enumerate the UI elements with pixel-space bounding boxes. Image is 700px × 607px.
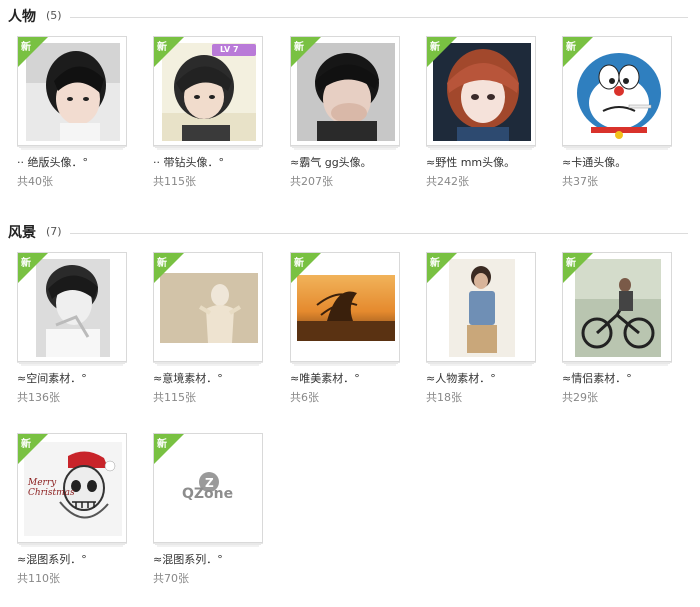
album-item[interactable]: 新 ≈野性 mm头像。 共242张 [426,36,538,191]
new-badge-label: 新 [21,42,31,53]
section-count: (7) [46,225,62,238]
album-item[interactable]: LV 7 新 ·· 带钻头像．° 共115张 [153,36,265,191]
album-item[interactable]: 新 ≈人物素材．° 共18张 [426,252,538,407]
album-cover[interactable]: LV 7 新 [153,36,263,146]
new-badge-label: 新 [430,42,440,53]
album-cover[interactable]: 新 [562,36,672,146]
album-photo-count: 共70张 [153,572,189,585]
stack-edge [21,545,123,547]
album-photo-count: 共6张 [290,391,319,404]
album-cover[interactable]: 新 [290,252,400,362]
album-thumbnail[interactable] [160,273,258,343]
album-name[interactable]: ≈混图系列．° [17,551,87,567]
album-item[interactable]: 新 ·· 绝版头像．° 共40张 [17,36,129,191]
new-badge-label: 新 [294,42,304,53]
stack-edge [21,364,123,366]
new-badge-label: 新 [157,42,167,53]
album-cover[interactable]: 新 [17,252,127,362]
album-item[interactable]: 新 ≈卡通头像。 共37张 [562,36,674,191]
stack-edge [294,148,396,150]
album-photo-count: 共40张 [17,175,53,188]
album-item[interactable]: 新 ≈霸气 gg头像。 共207张 [290,36,402,191]
stack-edge [157,364,259,366]
album-name[interactable]: ≈霸气 gg头像。 [290,154,372,170]
album-cover[interactable]: 新 [153,252,263,362]
new-badge-label: 新 [430,258,440,269]
album-photo-count: 共242张 [426,175,469,188]
stack-edge [566,364,668,366]
album-photo-count: 共207张 [290,175,333,188]
album-thumbnail[interactable] [449,259,515,357]
album-cover[interactable]: 新 [17,36,127,146]
section-header-scenery: 风景 (7) [8,222,688,242]
new-badge-label: 新 [566,258,576,269]
album-name[interactable]: ≈意境素材．° [153,370,223,386]
stack-edge [566,148,668,150]
level-badge-label: LV 7 [220,45,239,54]
section-divider [70,233,688,234]
album-cover[interactable]: 新 [562,252,672,362]
album-photo-count: 共110张 [17,572,60,585]
new-badge-label: 新 [21,439,31,450]
merry-christmas-logo: Merry Christmas [28,478,75,498]
album-photo-count: 共18张 [426,391,462,404]
qzone-logo: QZone [182,486,234,502]
album-item[interactable]: 新 ≈唯美素材．° 共6张 [290,252,402,407]
album-thumbnail[interactable] [297,275,395,341]
album-photo-count: 共115张 [153,391,196,404]
album-photo-count: 共136张 [17,391,60,404]
album-name[interactable]: ≈情侣素材．° [562,370,632,386]
album-photo-count: 共115张 [153,175,196,188]
album-name[interactable]: ≈卡通头像。 [562,154,626,170]
section-header-people: 人物 (5) [8,6,688,26]
album-cover[interactable]: 新 [426,252,536,362]
stack-edge [157,148,259,150]
album-photo-count: 共29张 [562,391,598,404]
stack-edge [21,148,123,150]
album-name[interactable]: ≈混图系列．° [153,551,223,567]
stack-edge [430,148,532,150]
section-count: (5) [46,9,62,22]
album-cover[interactable]: 新 [426,36,536,146]
album-name[interactable]: ≈野性 mm头像。 [426,154,515,170]
section-divider [70,17,688,18]
album-cover[interactable]: Z QZone 新 [153,433,263,543]
album-item[interactable]: Merry Christmas 新 ≈混图系列．° 共110张 [17,433,129,588]
album-name[interactable]: ·· 带钻头像．° [153,154,224,170]
album-item[interactable]: 新 ≈情侣素材．° 共29张 [562,252,674,407]
album-cover[interactable]: 新 [290,36,400,146]
album-photo-count: 共37张 [562,175,598,188]
section-title: 风景 [8,225,36,241]
album-name[interactable]: ·· 绝版头像．° [17,154,88,170]
new-badge-label: 新 [157,439,167,450]
album-item[interactable]: 新 ≈空间素材．° 共136张 [17,252,129,407]
new-badge-label: 新 [21,258,31,269]
stack-edge [157,545,259,547]
stack-edge [294,364,396,366]
section-title: 人物 [8,9,36,25]
album-name[interactable]: ≈人物素材．° [426,370,496,386]
album-item[interactable]: Z QZone 新 ≈混图系列．° 共70张 [153,433,265,588]
album-name[interactable]: ≈唯美素材．° [290,370,360,386]
album-cover[interactable]: Merry Christmas 新 [17,433,127,543]
album-item[interactable]: 新 ≈意境素材．° 共115张 [153,252,265,407]
stack-edge [430,364,532,366]
album-name[interactable]: ≈空间素材．° [17,370,87,386]
level-badge: LV 7 [212,44,256,56]
new-badge-label: 新 [157,258,167,269]
new-badge-label: 新 [294,258,304,269]
new-badge-label: 新 [566,42,576,53]
